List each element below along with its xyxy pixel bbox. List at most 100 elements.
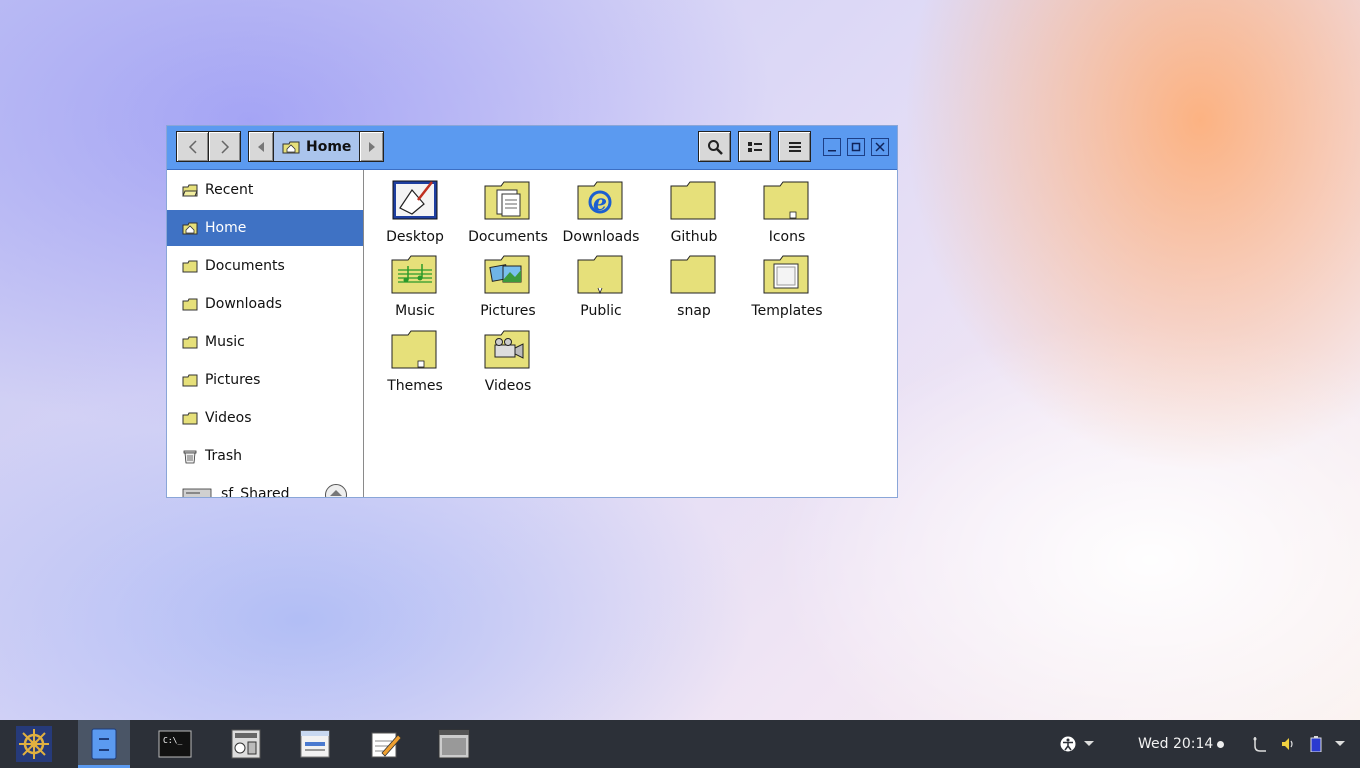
- file-item-icons[interactable]: Icons: [742, 178, 832, 245]
- home-icon: [181, 220, 199, 236]
- sidebar-item-videos[interactable]: Videos: [167, 400, 363, 436]
- network-icon: [1253, 737, 1266, 752]
- file-item-themes[interactable]: Themes: [370, 327, 460, 394]
- file-item-downloads[interactable]: e Downloads: [556, 178, 646, 245]
- pictures-folder-icon: [483, 252, 533, 296]
- taskbar-control-panel-button[interactable]: [224, 720, 268, 768]
- file-view: Desktop Documents e Downloads Github Ico…: [364, 170, 897, 497]
- clock[interactable]: Wed 20:14: [1138, 720, 1225, 768]
- volume-icon: [1282, 738, 1293, 750]
- chevron-down-icon: [1335, 741, 1345, 746]
- clock-label: Wed 20:14: [1138, 736, 1214, 752]
- link-folder-icon: [762, 178, 812, 222]
- file-item-documents[interactable]: Documents: [463, 178, 553, 245]
- chevron-left-icon: [188, 139, 197, 154]
- path-scroll-right-button[interactable]: [359, 131, 384, 162]
- eject-icon: [330, 490, 342, 496]
- downloads-folder-icon: e: [576, 178, 626, 222]
- folder-icon: [181, 410, 199, 426]
- taskbar-window-button[interactable]: [432, 720, 476, 768]
- search-button[interactable]: [698, 131, 731, 162]
- back-button[interactable]: [176, 131, 209, 162]
- public-folder-icon: [576, 252, 626, 296]
- file-manager-window: Home Recent Home Documents Downloads Mus…: [166, 125, 898, 498]
- file-item-label: snap: [677, 303, 711, 319]
- app-menu-button[interactable]: [14, 720, 54, 768]
- close-button[interactable]: [871, 138, 889, 156]
- taskbar-terminal-button[interactable]: C:\_: [153, 720, 197, 768]
- file-item-github[interactable]: Github: [649, 178, 739, 245]
- maximize-button[interactable]: [847, 138, 865, 156]
- sidebar-item-label: Pictures: [205, 372, 261, 388]
- hamburger-menu-icon: [788, 141, 801, 152]
- file-item-desktop[interactable]: Desktop: [370, 178, 460, 245]
- taskbar-text-editor-button[interactable]: [364, 720, 408, 768]
- path-scroll-left-button[interactable]: [248, 131, 274, 162]
- eject-button[interactable]: [325, 484, 347, 497]
- accessibility-menu-button[interactable]: [1056, 720, 1098, 768]
- battery-icon: [1310, 736, 1322, 752]
- sidebar-item-downloads[interactable]: Downloads: [167, 286, 363, 322]
- folder-icon: [181, 334, 199, 350]
- music-folder-icon: [390, 252, 440, 296]
- path-home-button[interactable]: Home: [274, 131, 360, 162]
- file-item-label: Themes: [387, 378, 443, 394]
- sidebar-item-trash[interactable]: Trash: [167, 438, 363, 474]
- sidebar-item-label: Documents: [205, 258, 285, 274]
- minimize-button[interactable]: [823, 138, 841, 156]
- forward-button[interactable]: [208, 131, 241, 162]
- sidebar-item-documents[interactable]: Documents: [167, 248, 363, 284]
- file-item-label: Templates: [751, 303, 823, 319]
- sidebar-item-label: Videos: [205, 410, 252, 426]
- battery-button[interactable]: [1306, 720, 1326, 768]
- sidebar-item-music[interactable]: Music: [167, 324, 363, 360]
- menu-button[interactable]: [778, 131, 811, 162]
- file-item-label: Icons: [768, 229, 806, 245]
- desktop-folder-icon: [390, 178, 440, 222]
- chevron-right-icon: [220, 139, 229, 154]
- sidebar-item-sf-shared[interactable]: sf_Shared: [167, 476, 363, 497]
- minimize-icon: [828, 150, 836, 152]
- accessibility-icon: [1060, 736, 1076, 752]
- window-icon: [438, 729, 470, 759]
- close-icon: [875, 142, 885, 152]
- view-toggle-button[interactable]: [738, 131, 771, 162]
- menu-icon: [16, 726, 52, 762]
- file-item-label: Music: [395, 303, 435, 319]
- drive-icon: [181, 486, 213, 497]
- system-menu-button[interactable]: [1330, 720, 1350, 768]
- file-item-label: Public: [580, 303, 622, 319]
- documents-folder-icon: [483, 178, 533, 222]
- text-editor-icon: [371, 732, 402, 758]
- file-item-label: Documents: [468, 229, 548, 245]
- folder-icon: [669, 252, 719, 296]
- svg-text:e: e: [593, 190, 607, 216]
- file-item-music[interactable]: Music: [370, 252, 460, 319]
- link-folder-icon: [390, 327, 440, 371]
- file-item-snap[interactable]: snap: [649, 252, 739, 319]
- file-item-label: Downloads: [562, 229, 640, 245]
- taskbar-files-button[interactable]: [78, 720, 130, 768]
- taskbar-settings-window-button[interactable]: [293, 720, 337, 768]
- trash-icon: [181, 448, 199, 464]
- file-item-label: Videos: [484, 378, 532, 394]
- file-item-templates[interactable]: Templates: [742, 252, 832, 319]
- triangle-left-icon: [258, 141, 264, 152]
- file-item-pictures[interactable]: Pictures: [463, 252, 553, 319]
- sidebar-item-label: Trash: [205, 448, 242, 464]
- search-icon: [707, 139, 723, 155]
- file-item-videos[interactable]: Videos: [463, 327, 553, 394]
- sidebar-item-recent[interactable]: Recent: [167, 172, 363, 208]
- sidebar-item-label: Downloads: [205, 296, 282, 312]
- control-panel-icon: [231, 729, 261, 759]
- file-item-label: Desktop: [386, 229, 444, 245]
- network-button[interactable]: [1250, 720, 1270, 768]
- volume-button[interactable]: [1278, 720, 1298, 768]
- sidebar-item-home[interactable]: Home: [167, 210, 363, 246]
- sidebar-item-label: Recent: [205, 182, 254, 198]
- sidebar: Recent Home Documents Downloads Music Pi…: [167, 170, 364, 497]
- files-icon: [91, 728, 117, 760]
- folder-icon: [669, 178, 719, 222]
- file-item-public[interactable]: Public: [556, 252, 646, 319]
- sidebar-item-pictures[interactable]: Pictures: [167, 362, 363, 398]
